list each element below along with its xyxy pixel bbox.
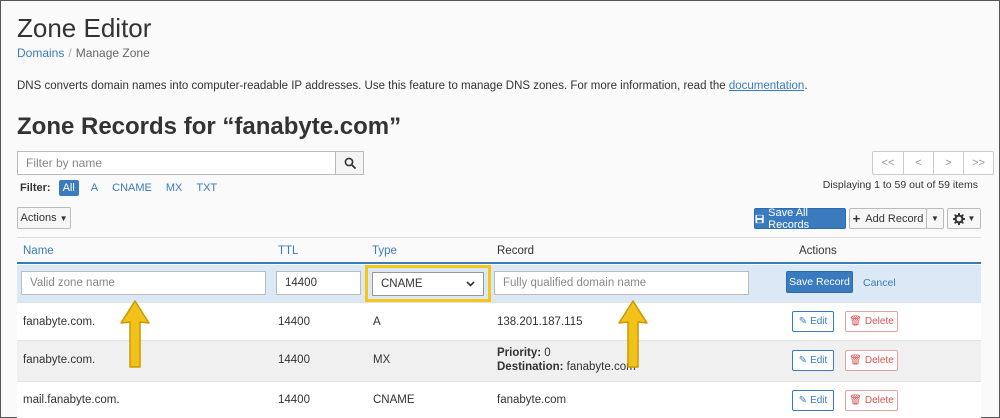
type-select[interactable]: CNAME bbox=[372, 272, 484, 296]
chevron-down-icon bbox=[466, 281, 475, 287]
save-record-button[interactable]: Save Record bbox=[786, 271, 853, 293]
edit-button[interactable]: ✎ Edit bbox=[792, 311, 834, 332]
description-end: . bbox=[804, 80, 808, 92]
table-row: mail.fanabyte.com. 14400 CNAME fanabyte.… bbox=[17, 381, 981, 418]
filter-bar: Filter: All A CNAME MX TXT bbox=[20, 180, 231, 196]
filter-a[interactable]: A bbox=[91, 182, 98, 194]
annotation-arrow-up-icon bbox=[618, 300, 648, 368]
filter-txt[interactable]: TXT bbox=[196, 182, 217, 194]
gear-icon bbox=[952, 212, 965, 225]
filter-mx[interactable]: MX bbox=[166, 182, 183, 194]
save-all-records-button[interactable]: Save All Records bbox=[754, 206, 846, 231]
caret-down-icon: ▼ bbox=[931, 214, 939, 223]
actions-label: Actions bbox=[20, 212, 57, 224]
delete-button[interactable]: 🗑 Delete bbox=[845, 311, 898, 332]
page-description: DNS converts domain names into computer-… bbox=[17, 80, 808, 92]
trash-icon: 🗑 bbox=[849, 355, 862, 366]
column-header-type[interactable]: Type bbox=[372, 245, 397, 257]
actions-dropdown-button[interactable]: Actions ▼ bbox=[17, 207, 71, 229]
search-input[interactable] bbox=[18, 152, 335, 174]
pencil-icon: ✎ bbox=[798, 355, 808, 366]
table-row: fanabyte.com. 14400 A 138.201.187.115 ✎ … bbox=[17, 302, 981, 340]
zone-records-title: Zone Records for “fanabyte.com” bbox=[17, 113, 402, 140]
row-destination: Destination: fanabyte.com bbox=[497, 361, 636, 373]
breadcrumb-manage-zone: Manage Zone bbox=[75, 46, 150, 60]
add-record-label: Add Record bbox=[865, 212, 924, 225]
row-ttl: 14400 bbox=[278, 394, 310, 406]
caret-down-icon: ▼ bbox=[967, 214, 976, 223]
trash-icon: 🗑 bbox=[849, 316, 862, 327]
delete-button[interactable]: 🗑 Delete bbox=[845, 390, 898, 411]
row-type: MX bbox=[373, 354, 391, 366]
description-text: DNS converts domain names into computer-… bbox=[17, 80, 726, 92]
caret-down-icon: ▼ bbox=[59, 213, 68, 223]
row-priority: Priority: 0 bbox=[497, 347, 551, 359]
edit-label: Edit bbox=[810, 355, 828, 366]
pencil-icon: ✎ bbox=[798, 395, 808, 406]
row-ttl: 14400 bbox=[278, 354, 310, 366]
plus-icon: + bbox=[852, 211, 861, 226]
ttl-input[interactable] bbox=[276, 271, 361, 295]
column-header-actions: Actions bbox=[799, 245, 837, 257]
filter-cname[interactable]: CNAME bbox=[112, 182, 152, 194]
breadcrumb-domains[interactable]: Domains bbox=[17, 46, 64, 60]
edit-label: Edit bbox=[810, 316, 828, 327]
trash-icon: 🗑 bbox=[849, 395, 862, 406]
save-icon bbox=[755, 214, 764, 223]
pencil-icon: ✎ bbox=[798, 316, 808, 327]
breadcrumb: Domains / Manage Zone bbox=[17, 46, 150, 60]
row-type: A bbox=[373, 316, 381, 328]
edit-button[interactable]: ✎ Edit bbox=[792, 350, 834, 371]
settings-dropdown-button[interactable]: ▼ bbox=[947, 208, 981, 229]
table-row: fanabyte.com. 14400 MX Priority: 0 Desti… bbox=[17, 340, 981, 381]
zone-name-input[interactable] bbox=[21, 271, 266, 295]
pager-next-button[interactable]: > bbox=[933, 152, 963, 174]
filter-all[interactable]: All bbox=[58, 180, 79, 196]
row-name: fanabyte.com. bbox=[23, 316, 96, 328]
search-button[interactable] bbox=[335, 152, 363, 174]
pager-prev-button[interactable]: < bbox=[903, 152, 933, 174]
destination-label: Destination: bbox=[497, 361, 564, 373]
edit-button[interactable]: ✎ Edit bbox=[792, 390, 834, 411]
delete-label: Delete bbox=[864, 316, 894, 327]
table-header: Name TTL Type Record Actions bbox=[17, 237, 981, 264]
add-record-button[interactable]: + Add Record bbox=[849, 208, 927, 229]
pager-first-button[interactable]: << bbox=[873, 152, 903, 174]
breadcrumb-separator: / bbox=[68, 46, 72, 60]
app-frame: Zone Editor Domains / Manage Zone DNS conv… bbox=[0, 0, 1000, 418]
pagination-status: Displaying 1 to 59 out of 59 items bbox=[822, 179, 978, 191]
priority-label: Priority: bbox=[497, 347, 542, 359]
row-name: mail.fanabyte.com. bbox=[23, 394, 120, 406]
row-record: 138.201.187.115 bbox=[497, 316, 583, 328]
record-input[interactable] bbox=[494, 271, 749, 295]
filter-label: Filter: bbox=[20, 182, 51, 194]
type-select-highlight: CNAME bbox=[365, 265, 491, 302]
priority-value: 0 bbox=[544, 347, 551, 359]
cancel-link[interactable]: Cancel bbox=[863, 277, 896, 289]
pager-last-button[interactable]: >> bbox=[963, 152, 993, 174]
column-header-record: Record bbox=[497, 245, 535, 257]
page-title: Zone Editor bbox=[17, 13, 152, 43]
delete-button[interactable]: 🗑 Delete bbox=[845, 350, 898, 371]
delete-label: Delete bbox=[864, 395, 894, 406]
row-record: fanabyte.com bbox=[497, 394, 567, 406]
add-record-dropdown-toggle[interactable]: ▼ bbox=[926, 208, 944, 229]
row-name: fanabyte.com. bbox=[23, 354, 96, 366]
type-select-value: CNAME bbox=[381, 278, 423, 290]
column-header-name[interactable]: Name bbox=[23, 245, 54, 257]
pagination: << < > >> bbox=[872, 151, 994, 175]
search-icon bbox=[344, 157, 356, 169]
save-all-label: Save All Records bbox=[768, 206, 810, 231]
edit-label: Edit bbox=[810, 395, 828, 406]
column-header-ttl[interactable]: TTL bbox=[278, 245, 298, 257]
documentation-link[interactable]: documentation bbox=[729, 80, 804, 92]
delete-label: Delete bbox=[864, 355, 894, 366]
annotation-arrow-up-icon bbox=[120, 300, 150, 368]
row-ttl: 14400 bbox=[278, 316, 310, 328]
row-type: CNAME bbox=[373, 394, 415, 406]
search-box bbox=[17, 151, 364, 175]
